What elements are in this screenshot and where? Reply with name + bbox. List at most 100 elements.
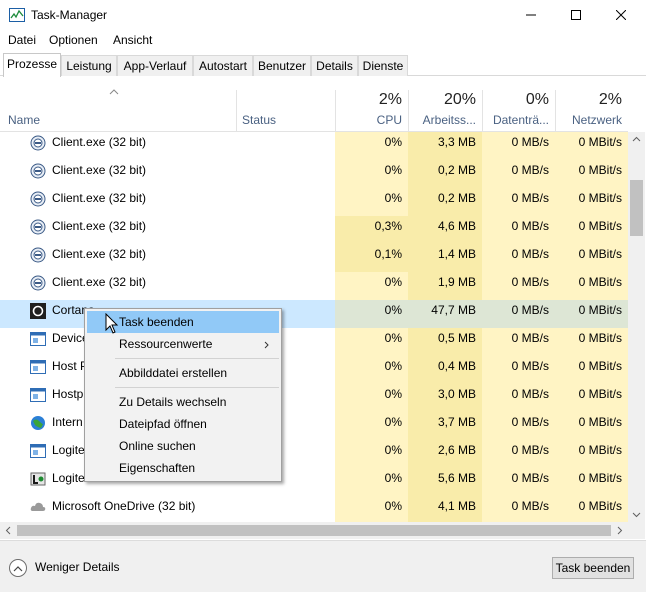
process-name: Client.exe (32 bit)	[52, 219, 147, 233]
process-row[interactable]: Microsoft OneDrive (32 bit) 0% 4,1 MB 0 MB/…	[0, 496, 628, 522]
disk-value: 0 MB/s	[482, 496, 555, 522]
disk-value: 0 MB/s	[482, 356, 555, 384]
menu-bar: Datei Optionen Ansicht	[0, 31, 646, 51]
memory-value: 0,2 MB	[408, 188, 482, 216]
window-icon	[30, 331, 46, 347]
column-name[interactable]: Name	[8, 113, 40, 127]
process-name-cell: Microsoft OneDrive (32 bit)	[0, 496, 236, 522]
memory-value: 3,0 MB	[408, 384, 482, 412]
process-name: Host P	[52, 359, 89, 373]
column-cpu[interactable]: CPU	[335, 113, 402, 127]
disk-value: 0 MB/s	[482, 384, 555, 412]
cpu-value: 0%	[335, 160, 408, 188]
process-row[interactable]: Client.exe (32 bit) 0,3% 4,6 MB 0 MB/s 0 MBi…	[0, 216, 628, 244]
process-name: Microsoft OneDrive (32 bit)	[52, 499, 196, 513]
network-total: 2%	[598, 91, 622, 108]
cpu-value: 0,3%	[335, 216, 408, 244]
tab-prozesse[interactable]: Prozesse	[3, 53, 61, 77]
menu-create-dump[interactable]: Abbilddatei erstellen	[87, 362, 279, 384]
memory-total: 20%	[443, 91, 476, 108]
disk-value: 0 MB/s	[482, 300, 555, 328]
network-value: 0 MBit/s	[555, 244, 628, 272]
column-network[interactable]: Netzwerk	[555, 113, 622, 127]
process-name: Hostp	[52, 387, 84, 401]
scroll-left-icon[interactable]	[5, 526, 11, 535]
vertical-scrollbar[interactable]	[628, 132, 645, 522]
end-task-button[interactable]: Task beenden	[552, 557, 634, 579]
client-icon	[30, 247, 46, 263]
network-value: 0 MBit/s	[555, 384, 628, 412]
disk-value: 0 MB/s	[482, 468, 555, 496]
column-status[interactable]: Status	[242, 113, 276, 127]
cpu-value: 0%	[335, 496, 408, 522]
cpu-total: 2%	[378, 91, 402, 108]
minimize-button[interactable]	[508, 0, 554, 30]
network-value: 0 MBit/s	[555, 132, 628, 160]
memory-value: 3,3 MB	[408, 132, 482, 160]
tab-benutzer[interactable]: Benutzer	[253, 55, 311, 76]
scroll-right-icon[interactable]	[617, 526, 623, 535]
menu-go-to-details[interactable]: Zu Details wechseln	[87, 391, 279, 413]
cpu-value: 0%	[335, 384, 408, 412]
process-row[interactable]: Client.exe (32 bit) 0% 3,3 MB 0 MB/s 0 MBit/…	[0, 132, 628, 160]
column-disk[interactable]: Datenträ...	[482, 113, 549, 127]
tab-app-verlauf[interactable]: App-Verlauf	[117, 55, 193, 76]
menu-optionen[interactable]: Optionen	[49, 33, 98, 47]
memory-value: 0,4 MB	[408, 356, 482, 384]
memory-value: 0,2 MB	[408, 160, 482, 188]
window-title: Task-Manager	[31, 8, 108, 22]
tab-leistung[interactable]: Leistung	[61, 55, 117, 76]
menu-properties[interactable]: Eigenschaften	[87, 457, 279, 479]
sort-ascending-icon	[109, 89, 119, 95]
vertical-scroll-thumb[interactable]	[630, 180, 643, 236]
tab-autostart[interactable]: Autostart	[193, 55, 253, 76]
client-icon	[30, 135, 46, 151]
menu-search-online[interactable]: Online suchen	[87, 435, 279, 457]
menu-datei[interactable]: Datei	[8, 33, 36, 47]
maximize-button[interactable]	[553, 0, 599, 30]
process-row[interactable]: Client.exe (32 bit) 0% 0,2 MB 0 MB/s 0 MBit/…	[0, 188, 628, 216]
cloud-icon	[30, 499, 46, 515]
logitech-icon	[30, 471, 46, 487]
disk-value: 0 MB/s	[482, 188, 555, 216]
disk-value: 0 MB/s	[482, 216, 555, 244]
tab-details[interactable]: Details	[311, 55, 358, 76]
scroll-up-icon[interactable]	[632, 136, 641, 142]
horizontal-scrollbar[interactable]	[0, 522, 628, 539]
task-manager-icon	[9, 8, 25, 22]
fewer-details-link[interactable]: Weniger Details	[35, 560, 119, 574]
process-name: Client.exe (32 bit)	[52, 247, 147, 261]
memory-value: 0,5 MB	[408, 328, 482, 356]
process-name: Intern	[52, 415, 83, 429]
process-row[interactable]: Client.exe (32 bit) 0% 0,2 MB 0 MB/s 0 MBit/…	[0, 160, 628, 188]
minimize-icon	[526, 14, 536, 16]
process-name-cell: Client.exe (32 bit)	[0, 160, 236, 188]
process-row[interactable]: Client.exe (32 bit) 0% 1,9 MB 0 MB/s 0 MBit/…	[0, 272, 628, 300]
process-name-cell: Client.exe (32 bit)	[0, 132, 236, 160]
cortana-icon	[30, 303, 46, 319]
menu-resource-values[interactable]: Ressourcenwerte	[87, 333, 279, 355]
cpu-value: 0%	[335, 440, 408, 468]
cpu-value: 0%	[335, 300, 408, 328]
network-value: 0 MBit/s	[555, 440, 628, 468]
network-value: 0 MBit/s	[555, 160, 628, 188]
scroll-down-icon[interactable]	[632, 512, 641, 518]
fewer-details-toggle[interactable]	[9, 559, 27, 577]
horizontal-scroll-thumb[interactable]	[17, 525, 611, 536]
tab-dienste[interactable]: Dienste	[358, 55, 408, 76]
network-value: 0 MBit/s	[555, 328, 628, 356]
disk-value: 0 MB/s	[482, 160, 555, 188]
process-name: Client.exe (32 bit)	[52, 163, 147, 177]
menu-ansicht[interactable]: Ansicht	[113, 33, 152, 47]
window-icon	[30, 359, 46, 375]
footer-bar: Weniger Details Task beenden	[0, 540, 646, 592]
menu-open-file-location[interactable]: Dateipfad öffnen	[87, 413, 279, 435]
process-row[interactable]: Client.exe (32 bit) 0,1% 1,4 MB 0 MB/s 0 MBi…	[0, 244, 628, 272]
network-value: 0 MBit/s	[555, 188, 628, 216]
memory-value: 4,1 MB	[408, 496, 482, 522]
memory-value: 4,6 MB	[408, 216, 482, 244]
close-button[interactable]	[598, 0, 644, 30]
process-name: Client.exe (32 bit)	[52, 191, 147, 205]
window-icon	[30, 443, 46, 459]
column-memory[interactable]: Arbeitss...	[408, 113, 476, 127]
